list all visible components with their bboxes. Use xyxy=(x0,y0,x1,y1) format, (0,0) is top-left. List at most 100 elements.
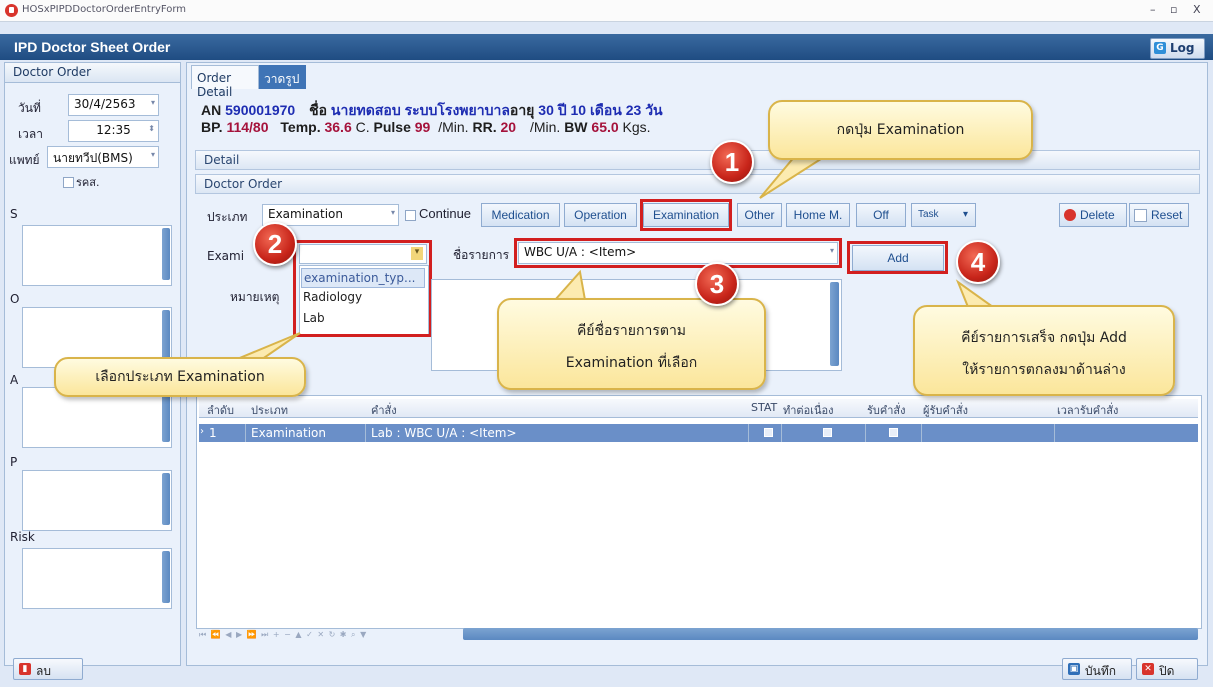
an-label: AN xyxy=(201,102,222,118)
callout-3-line2: Examination ที่เลือก xyxy=(565,355,698,371)
rod-checkbox[interactable] xyxy=(63,177,74,188)
doctor-label: แพทย์ xyxy=(9,153,40,167)
log-button[interactable]: G Log xyxy=(1150,38,1205,59)
patient-name: นายทดสอบ ระบบโรงพยาบาล xyxy=(330,102,510,118)
doctor-field[interactable]: นายทวีป(BMS) ▾ xyxy=(47,146,159,168)
rr-unit: /Min. xyxy=(529,119,561,135)
time-field[interactable]: 12:35 ⬍ xyxy=(68,120,159,142)
scrollbar[interactable] xyxy=(162,390,170,442)
off-button[interactable]: Off xyxy=(856,203,906,227)
delete-footer-button[interactable]: ▮ ลบ xyxy=(13,658,83,680)
item-name-label: ชื่อรายการ xyxy=(453,248,510,262)
row-order: Lab : WBC U/A : <Item> xyxy=(371,426,517,440)
row-type: Examination xyxy=(251,426,327,440)
scrollbar[interactable] xyxy=(162,473,170,525)
reset-icon xyxy=(1134,209,1147,222)
bw-unit: Kgs. xyxy=(622,119,651,135)
dropdown-arrow-icon[interactable]: ▾ xyxy=(151,150,155,159)
temp-label: Temp. xyxy=(280,119,321,135)
app-icon xyxy=(5,4,18,17)
time-label: เวลา xyxy=(18,127,43,141)
bp-diastolic: /80 xyxy=(249,119,269,135)
task-label: Task xyxy=(918,209,939,220)
continue-label: Continue xyxy=(419,206,472,221)
an-value: 590001970 xyxy=(225,102,296,118)
chevron-down-icon: ▾ xyxy=(962,209,968,220)
table-row[interactable]: › 1 Examination Lab : WBC U/A : <Item> xyxy=(199,424,1198,442)
callout-4-line2: ให้รายการตกลงมาด้านล่าง xyxy=(962,362,1126,378)
order-type-value: Examination xyxy=(268,207,344,221)
bp-systolic: 114 xyxy=(226,119,250,135)
trash-icon: ▮ xyxy=(19,663,31,675)
patient-info: AN 590001970 ชื่อ นายทดสอบ ระบบโรงพยาบาล… xyxy=(198,94,1198,152)
dropdown-arrow-icon[interactable]: ▾ xyxy=(391,208,395,217)
detail-section-header: Detail xyxy=(195,150,1200,170)
home-med-button[interactable]: Home M. xyxy=(786,203,850,227)
tab-draw[interactable]: วาดรูป xyxy=(259,65,306,89)
grid-header: ลำดับ ประเภท คำสั่ง STAT ทำต่อเนื่อง รับ… xyxy=(199,399,1198,418)
other-button[interactable]: Other xyxy=(737,203,782,227)
rr-value: 20 xyxy=(500,119,517,135)
dropdown-arrow-icon[interactable]: ▾ xyxy=(151,98,155,107)
date-label: วันที่ xyxy=(18,101,41,115)
tab-order-detail[interactable]: Order Detail xyxy=(191,65,259,99)
pulse-value: 99 xyxy=(414,119,431,135)
divider xyxy=(781,424,782,442)
callout-1: กดปุ่ม Examination xyxy=(768,100,1033,160)
log-label: Log xyxy=(1170,41,1195,55)
window-titlebar: HOSxPIPDDoctorOrderEntryForm – ▫ X xyxy=(0,0,1213,22)
save-label: บันทึก xyxy=(1085,664,1116,678)
memo-a-label: A xyxy=(10,373,19,387)
step-marker-1: 1 xyxy=(710,140,754,184)
col-header: รับคำสั่ง xyxy=(867,404,906,417)
col-header: ประเภท xyxy=(251,404,289,417)
temp-value: 36.6 xyxy=(324,119,352,135)
order-type-label: ประเภท xyxy=(207,210,248,224)
col-header: เวลารับคำสั่ง xyxy=(1057,404,1119,417)
memo-risk[interactable] xyxy=(22,548,172,609)
note-label: หมายเหตุ xyxy=(230,290,280,304)
log-icon: G xyxy=(1154,42,1166,54)
step-marker-3: 3 xyxy=(695,262,739,306)
save-button[interactable]: ▣ บันทึก xyxy=(1062,658,1132,680)
task-dropdown[interactable]: Task ▾ xyxy=(911,203,976,227)
callout-4: คีย์รายการเสร็จ กดปุ่ม Add ให้รายการตกลง… xyxy=(913,305,1175,396)
close-button[interactable]: ✕ ปิด xyxy=(1136,658,1198,680)
memo-risk-label: Risk xyxy=(10,530,35,544)
date-field[interactable]: 30/4/2563 ▾ xyxy=(68,94,159,116)
scrollbar[interactable] xyxy=(162,310,170,362)
rr-label: RR. xyxy=(472,119,497,135)
memo-s[interactable] xyxy=(22,225,172,286)
reset-button[interactable]: Reset xyxy=(1129,203,1189,227)
scrollbar[interactable] xyxy=(162,228,170,280)
received-checkbox[interactable] xyxy=(889,428,898,437)
medication-button[interactable]: Medication xyxy=(481,203,560,227)
callout-3: คีย์ชื่อรายการตาม Examination ที่เลือก xyxy=(497,298,766,390)
date-value: 30/4/2563 xyxy=(74,97,136,111)
scrollbar[interactable] xyxy=(830,282,839,366)
maximize-button[interactable]: ▫ xyxy=(1170,3,1177,16)
highlight-add xyxy=(847,241,948,274)
close-label: ปิด xyxy=(1159,664,1175,678)
horizontal-scrollbar[interactable] xyxy=(463,628,1198,640)
delete-footer-label: ลบ xyxy=(36,664,51,678)
highlight-item-name xyxy=(514,238,842,268)
minimize-button[interactable]: – xyxy=(1150,3,1156,16)
close-window-button[interactable]: X xyxy=(1193,3,1201,16)
stat-checkbox[interactable] xyxy=(764,428,773,437)
divider xyxy=(245,424,246,442)
delete-button[interactable]: Delete xyxy=(1059,203,1127,227)
doctor-order-section-header: Doctor Order xyxy=(195,174,1200,194)
operation-button[interactable]: Operation xyxy=(564,203,637,227)
memo-s-label: S xyxy=(10,207,18,221)
grid-navigator[interactable]: ⏮ ⏪ ◀ ▶ ⏩ ⏭ + − ▲ ✓ ✕ ↻ ✱ ⌕ ▼ xyxy=(199,630,461,642)
continuous-checkbox[interactable] xyxy=(823,428,832,437)
divider xyxy=(865,424,866,442)
doctor-value: นายทวีป(BMS) xyxy=(53,151,133,165)
exam-type-label: Exami xyxy=(207,249,245,263)
spinner-icon[interactable]: ⬍ xyxy=(148,124,155,133)
scrollbar[interactable] xyxy=(162,551,170,603)
continue-checkbox[interactable] xyxy=(405,210,416,221)
memo-p[interactable] xyxy=(22,470,172,531)
temp-unit: C. xyxy=(355,119,370,135)
